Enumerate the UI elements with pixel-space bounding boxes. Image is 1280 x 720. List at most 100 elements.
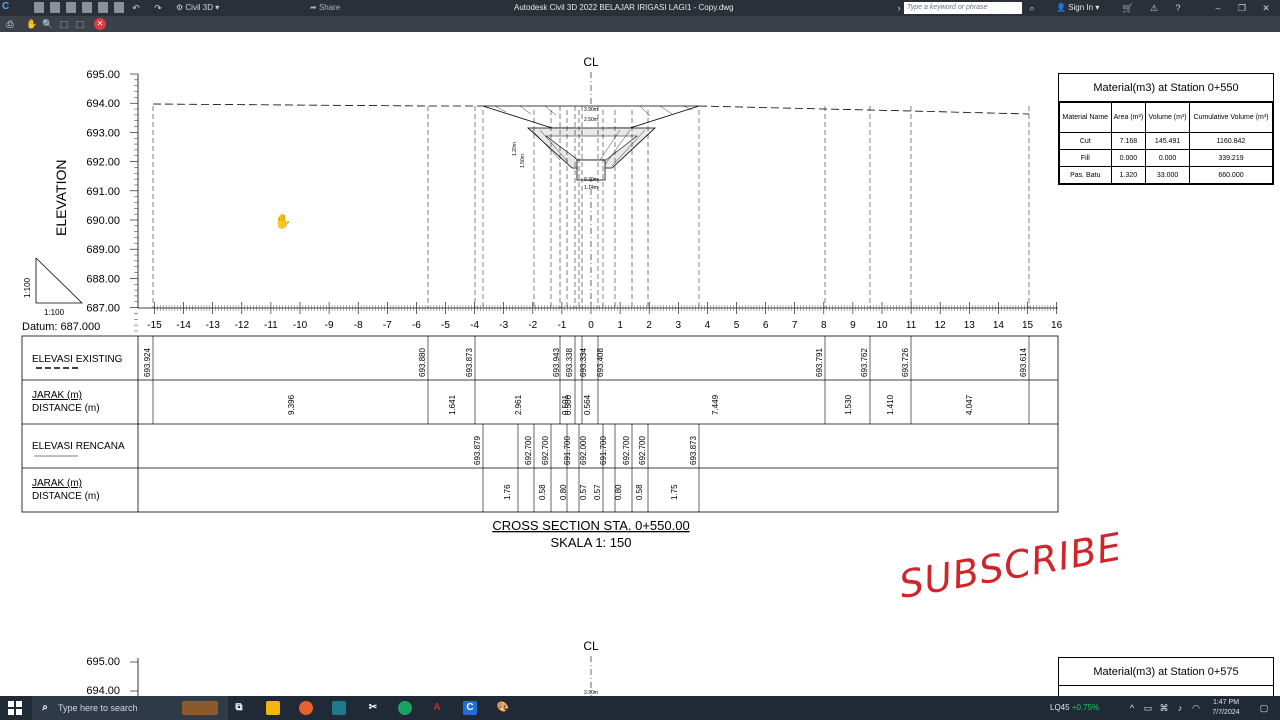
band-value: 2.961 <box>514 394 523 415</box>
minimize-icon[interactable]: – <box>1212 2 1224 14</box>
chevron-up-icon[interactable]: ^ <box>1126 701 1138 715</box>
civil3d-taskbar-icon[interactable]: C <box>463 701 477 715</box>
clock-time: 1:47 PM <box>1212 699 1240 706</box>
material-table-grid: Material Name Area (m²) Volume (m³) Cumu… <box>1059 102 1274 184</box>
new-file-icon[interactable] <box>34 2 44 13</box>
help-icon[interactable]: ? <box>1172 2 1184 14</box>
elevation-label: ELEVATION <box>53 159 69 236</box>
row-distance2-label: DISTANCE (m) <box>32 491 100 502</box>
maximize-icon[interactable]: ❐ <box>1236 2 1248 14</box>
plot-icon[interactable] <box>114 2 124 13</box>
dim-mid-width: 2.50m <box>584 117 598 123</box>
scale-horizontal: 1:100 <box>44 308 65 317</box>
band-value: 7.449 <box>711 394 720 415</box>
cart-icon[interactable]: 🛒 <box>1122 2 1134 14</box>
clock[interactable]: 1:47 PM 7/7/2024 <box>1206 698 1246 718</box>
file-explorer-icon[interactable] <box>266 701 280 715</box>
cl-label: CL <box>583 55 599 69</box>
band-value: 691.700 <box>599 436 608 465</box>
material-table-2-title: Material(m3) at Station 0+575 <box>1059 658 1273 686</box>
stock-widget[interactable]: LQ45 +0.75% <box>1050 696 1099 720</box>
x-tick-label: 16 <box>1051 320 1063 331</box>
cell: 1160.842 <box>1188 132 1274 150</box>
snipping-tool-icon[interactable]: ✂ <box>366 701 380 715</box>
x-tick-label: 5 <box>734 320 740 331</box>
x-tick-label: 11 <box>906 320 917 331</box>
pan-icon[interactable]: ✋ <box>26 18 38 30</box>
x-tick-label: -12 <box>235 320 250 331</box>
save-as-icon[interactable] <box>82 2 92 13</box>
cell: 339.219 <box>1188 149 1274 167</box>
dim-h2: 1.50m <box>520 154 526 168</box>
zoom-extents-icon[interactable]: ⬚ <box>74 18 86 30</box>
windows-start-icon[interactable] <box>8 701 22 715</box>
open-file-icon[interactable] <box>50 2 60 13</box>
band-value: 0.80 <box>614 484 623 500</box>
cl-label-2: CL <box>583 639 599 653</box>
search-icon[interactable]: ⌕ <box>1026 2 1038 14</box>
band-value: 693.762 <box>860 348 869 377</box>
network-icon[interactable]: ⌘ <box>1158 701 1170 715</box>
x-tick-label: 3 <box>676 320 682 331</box>
terminal-icon[interactable] <box>332 701 346 715</box>
close-icon[interactable]: ✕ <box>1260 2 1272 14</box>
sign-in-button[interactable]: 👤 Sign In ▾ <box>1056 2 1099 14</box>
band-value: 693.873 <box>689 436 698 465</box>
dim-top-width: 3.90m <box>584 107 598 113</box>
col-header: Volume (m³) <box>1145 102 1190 133</box>
band-value: 692.000 <box>579 436 588 465</box>
band-value: 693.334 <box>579 348 588 377</box>
scale-caption: SKALA 1: 150 <box>551 535 632 550</box>
band-value: 0.500 <box>564 394 573 415</box>
firefox-icon[interactable] <box>299 701 313 715</box>
band-value: 693.880 <box>418 348 427 377</box>
workspace-select[interactable]: ⚙ Civil 3D ▾ <box>176 2 296 14</box>
notification-icon[interactable]: ▢ <box>1258 701 1270 715</box>
civil3d-logo-icon[interactable]: C <box>2 1 24 15</box>
cell: Fill <box>1059 149 1112 167</box>
close-preview-icon[interactable]: ✕ <box>94 18 106 30</box>
cell: 7.168 <box>1110 132 1147 150</box>
material-table-title: Material(m3) at Station 0+550 <box>1059 74 1273 102</box>
search-input[interactable]: Type a keyword or phrase <box>904 2 1022 14</box>
share-button[interactable]: ➦ Share <box>310 2 340 14</box>
band-value: 693.879 <box>473 436 482 465</box>
open-web-icon[interactable] <box>98 2 108 13</box>
band-value: 693.408 <box>596 348 605 377</box>
col-header: Area (m²) <box>1110 102 1147 133</box>
band-value: 0.58 <box>635 484 644 500</box>
y-tick-2-1: 694.00 <box>86 685 120 696</box>
exchange-icon[interactable]: ⚠ <box>1148 2 1160 14</box>
zoom-window-icon[interactable]: ⬚ <box>58 18 70 30</box>
news-widget-icon[interactable] <box>182 701 218 715</box>
band-value: 692.700 <box>541 436 550 465</box>
x-tick-label: 4 <box>705 320 711 331</box>
y-tick-label: 691.00 <box>86 186 120 198</box>
y-tick-label: 692.00 <box>86 157 120 169</box>
row-existing-label: ELEVASI EXISTING <box>32 354 123 365</box>
x-tick-label: -3 <box>499 320 508 331</box>
wifi-icon[interactable]: ◠ <box>1190 701 1202 715</box>
save-icon[interactable] <box>66 2 76 13</box>
drawing-canvas[interactable]: CL 695.00 694.00 693.00 692.00 691.00 690.00 6… <box>0 32 1280 697</box>
y-tick-label: 689.00 <box>86 244 120 256</box>
material-table: Material(m3) at Station 0+550 Material N… <box>1058 73 1274 185</box>
autocad-icon[interactable]: A <box>430 701 444 715</box>
band-value: 0.58 <box>538 484 547 500</box>
x-tick-label: 10 <box>876 320 888 331</box>
zoom-icon[interactable]: 🔍 <box>42 18 54 30</box>
redo-icon[interactable]: ↷ <box>152 2 164 14</box>
x-tick-label: 7 <box>792 320 798 331</box>
band-value: 9.396 <box>287 394 296 415</box>
title-bar: C ↶ ↷ ⚙ Civil 3D ▾ ➦ Share Autodesk Civi… <box>0 0 1280 16</box>
volume-icon[interactable]: ♪ <box>1174 701 1186 715</box>
band-value: 1.76 <box>503 484 512 500</box>
battery-icon[interactable]: ▭ <box>1142 701 1154 715</box>
print-icon[interactable]: ⎙ <box>4 18 16 30</box>
chrome-icon[interactable] <box>398 701 412 715</box>
row-jarak2-label: JARAK (m) <box>32 478 82 489</box>
undo-icon[interactable]: ↶ <box>130 2 142 14</box>
task-view-icon[interactable]: ⧉ <box>232 701 246 715</box>
paint-icon[interactable]: 🎨 <box>496 701 510 715</box>
x-tick-label: -10 <box>293 320 308 331</box>
